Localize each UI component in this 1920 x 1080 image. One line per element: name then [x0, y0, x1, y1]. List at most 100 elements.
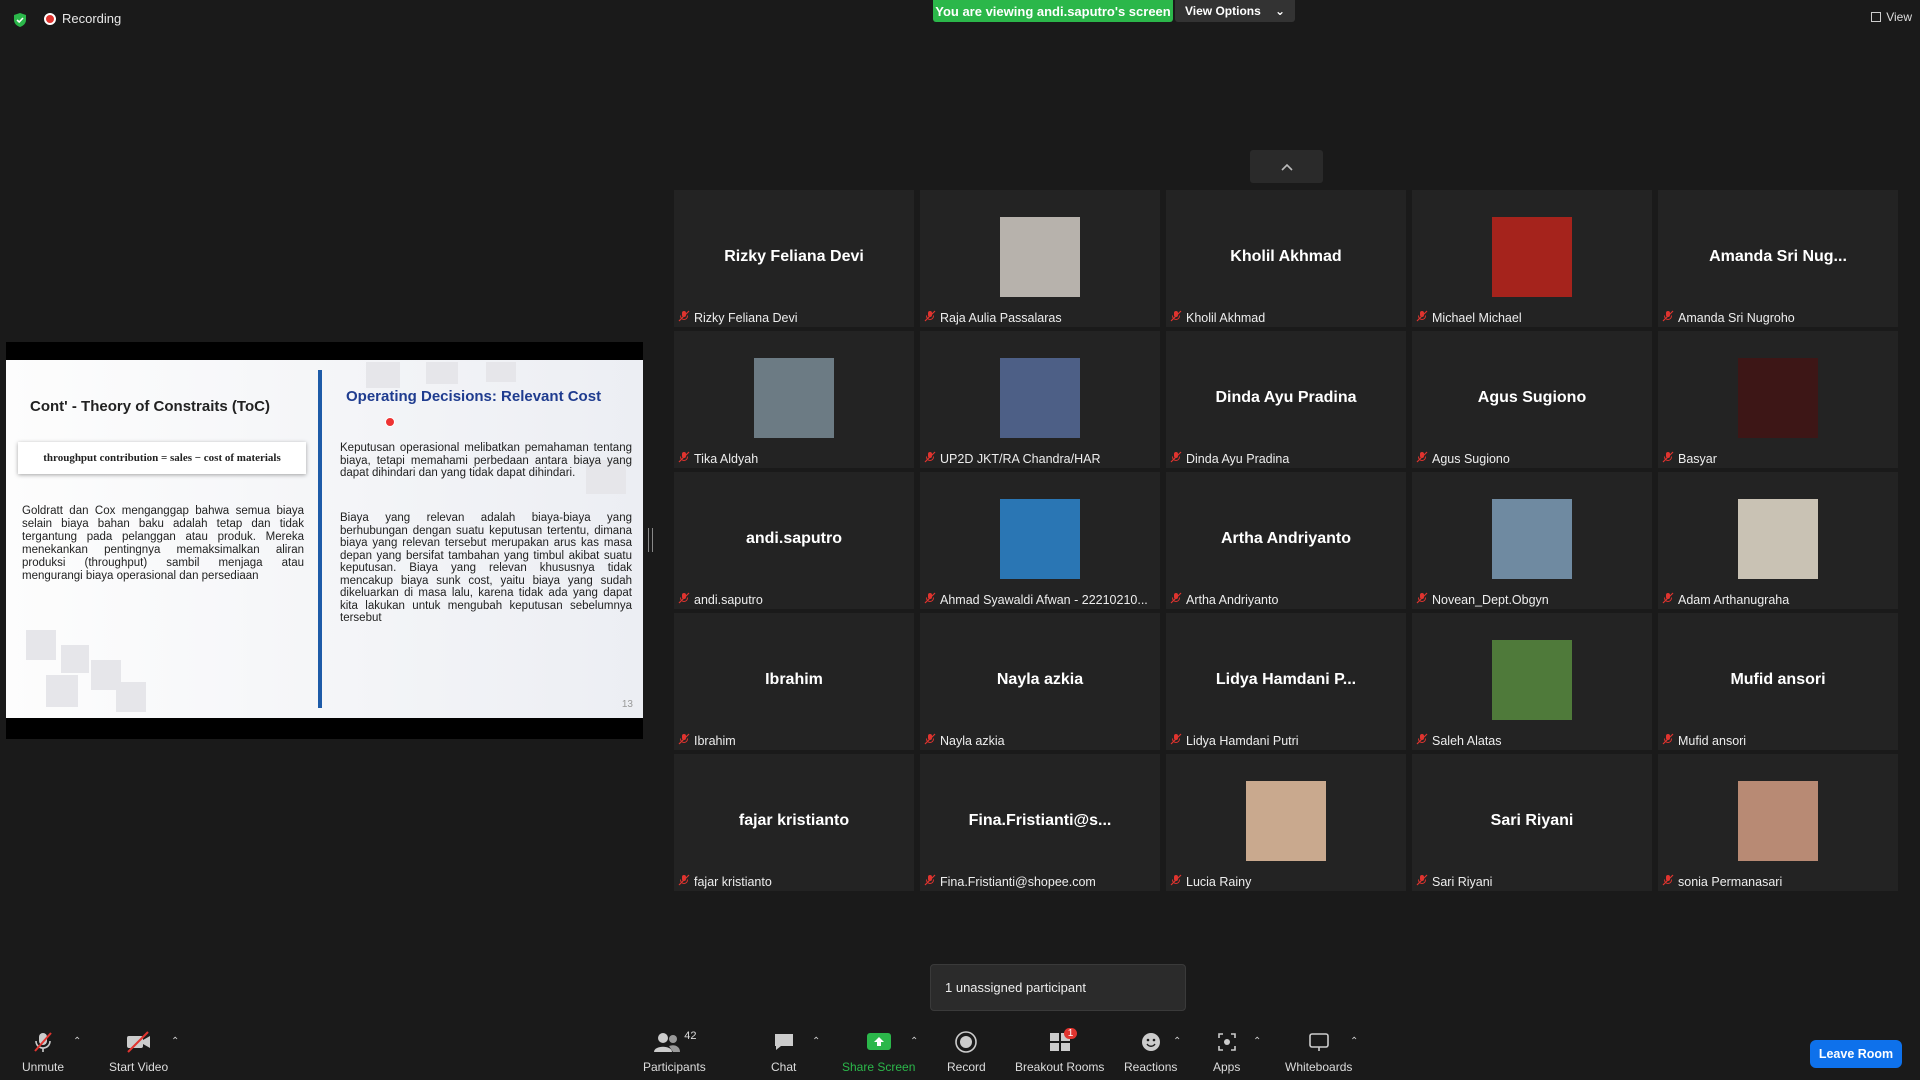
chat-bubble-icon [774, 1034, 793, 1050]
apps-icon [1217, 1033, 1236, 1051]
participant-tile[interactable]: Sari Riyani Sari Riyani [1412, 754, 1652, 891]
whiteboards-options-caret[interactable]: ⌃ [1350, 1036, 1358, 1047]
unassigned-participant-tooltip[interactable]: 1 unassigned participant [930, 964, 1186, 1011]
record-label: Record [947, 1060, 986, 1074]
participant-name: Mufid ansori [1678, 733, 1747, 748]
collapse-gallery-button[interactable] [1250, 150, 1323, 183]
apps-options-caret[interactable]: ⌃ [1253, 1036, 1261, 1047]
participant-tile[interactable]: Raja Aulia Passalaras [920, 190, 1160, 327]
participant-tile[interactable]: Mufid ansori Mufid ansori [1658, 613, 1898, 750]
participant-photo [1000, 217, 1080, 297]
participant-tile[interactable]: Ibrahim Ibrahim [674, 613, 914, 750]
record-icon [955, 1031, 978, 1053]
video-camera-off-icon [126, 1031, 150, 1053]
participant-name: Dinda Ayu Pradina [1186, 451, 1290, 466]
participant-tile[interactable]: Rizky Feliana Devi Rizky Feliana Devi [674, 190, 914, 327]
participant-name: Fina.Fristianti@shopee.com [940, 874, 1096, 889]
participant-display-name: Nayla azkia [996, 671, 1084, 688]
muted-microphone-icon [1662, 874, 1674, 889]
breakout-rooms-button[interactable]: 1 Breakout Rooms [1015, 1028, 1104, 1074]
participant-name: Lidya Hamdani Putri [1186, 733, 1299, 748]
participant-display-name: Agus Sugiono [1477, 389, 1587, 406]
participant-name: fajar kristianto [694, 874, 772, 889]
participant-display-name: Fina.Fristianti@s... [968, 812, 1112, 829]
chat-button[interactable]: Chat [771, 1030, 796, 1074]
chat-options-caret[interactable]: ⌃ [812, 1036, 820, 1047]
smiley-icon [1141, 1033, 1160, 1051]
participant-tile[interactable]: Artha Andriyanto Artha Andriyanto [1166, 472, 1406, 609]
start-video-button[interactable]: Start Video [109, 1030, 168, 1074]
participant-tile[interactable]: Fina.Fristianti@s... Fina.Fristianti@shop… [920, 754, 1160, 891]
muted-microphone-icon [1662, 733, 1674, 748]
participant-name: Ahmad Syawaldi Afwan - 22210210... [940, 592, 1148, 607]
participant-tile[interactable]: sonia Permanasari [1658, 754, 1898, 891]
slide-page-number: 13 [621, 699, 633, 710]
recording-indicator[interactable]: Recording [44, 11, 121, 26]
audio-options-caret[interactable]: ⌃ [73, 1036, 81, 1047]
participant-name-label: Michael Michael [1416, 310, 1522, 325]
presentation-slide: Cont' - Theory of Constraits (ToC) throu… [6, 360, 643, 718]
muted-microphone-icon [678, 451, 690, 466]
participant-tile[interactable]: Novean_Dept.Obgyn [1412, 472, 1652, 609]
participant-tile[interactable]: Basyar [1658, 331, 1898, 468]
slide-formula-box: throughput contribution = sales − cost o… [18, 442, 306, 474]
participant-tile[interactable]: UP2D JKT/RA Chandra/HAR [920, 331, 1160, 468]
participant-name-label: Nayla azkia [924, 733, 1005, 748]
muted-microphone-icon [924, 733, 936, 748]
shared-screen[interactable]: Cont' - Theory of Constraits (ToC) throu… [6, 342, 643, 739]
participant-name-label: Tika Aldyah [678, 451, 758, 466]
participants-icon [654, 1033, 681, 1052]
start-video-label: Start Video [109, 1060, 169, 1074]
participant-tile[interactable]: Adam Arthanugraha [1658, 472, 1898, 609]
chevron-up-icon [1280, 163, 1293, 171]
slide-decoration [61, 645, 89, 673]
muted-microphone-icon [1170, 310, 1182, 325]
whiteboards-label: Whiteboards [1285, 1060, 1353, 1074]
share-screen-button[interactable]: Share Screen [842, 1030, 915, 1074]
participant-tile[interactable]: Kholil Akhmad Kholil Akhmad [1166, 190, 1406, 327]
participant-photo [1492, 217, 1572, 297]
participant-name: Ibrahim [694, 733, 736, 748]
reactions-options-caret[interactable]: ⌃ [1173, 1036, 1181, 1047]
participant-display-name: Kholil Akhmad [1230, 248, 1342, 265]
participant-tile[interactable]: Dinda Ayu Pradina Dinda Ayu Pradina [1166, 331, 1406, 468]
participant-tile[interactable]: Michael Michael [1412, 190, 1652, 327]
view-button[interactable]: View [1871, 10, 1912, 24]
participant-name-label: Agus Sugiono [1416, 451, 1510, 466]
participant-tile[interactable]: Agus Sugiono Agus Sugiono [1412, 331, 1652, 468]
leave-room-button[interactable]: Leave Room [1810, 1040, 1902, 1068]
participant-name: Adam Arthanugraha [1678, 592, 1790, 607]
share-options-caret[interactable]: ⌃ [910, 1036, 918, 1047]
participant-tile[interactable]: Amanda Sri Nug... Amanda Sri Nugroho [1658, 190, 1898, 327]
share-screen-label: Share Screen [842, 1060, 916, 1074]
video-options-caret[interactable]: ⌃ [171, 1036, 179, 1047]
participant-photo [1738, 499, 1818, 579]
unmute-button[interactable]: Unmute [22, 1030, 64, 1074]
participant-photo [1000, 358, 1080, 438]
participant-name-label: Fina.Fristianti@shopee.com [924, 874, 1096, 889]
participant-tile[interactable]: fajar kristianto fajar kristianto [674, 754, 914, 891]
participant-display-name: Artha Andriyanto [1220, 530, 1352, 547]
participant-tile[interactable]: Lucia Rainy [1166, 754, 1406, 891]
participant-tile[interactable]: Saleh Alatas [1412, 613, 1652, 750]
participant-tile[interactable]: Tika Aldyah [674, 331, 914, 468]
participant-tile[interactable]: Ahmad Syawaldi Afwan - 22210210... [920, 472, 1160, 609]
participant-name: Lucia Rainy [1186, 874, 1252, 889]
participant-gallery: Rizky Feliana Devi Rizky Feliana Devi Raja… [674, 190, 1900, 891]
security-shield-icon[interactable] [12, 12, 28, 28]
muted-microphone-icon [1170, 874, 1182, 889]
whiteboards-button[interactable]: Whiteboards [1285, 1030, 1352, 1074]
breakout-badge: 1 [1063, 1028, 1078, 1039]
participant-tile[interactable]: Lidya Hamdani P... Lidya Hamdani Putri [1166, 613, 1406, 750]
muted-microphone-icon [1662, 451, 1674, 466]
apps-button[interactable]: Apps [1213, 1030, 1240, 1074]
participant-tile[interactable]: andi.saputro andi.saputro [674, 472, 914, 609]
participants-button[interactable]: 42 Participants [643, 1030, 706, 1074]
participant-name-label: Kholil Akhmad [1170, 310, 1265, 325]
reactions-button[interactable]: Reactions [1124, 1030, 1177, 1074]
view-options-button[interactable]: View Options ⌄ [1175, 0, 1295, 22]
participant-tile[interactable]: Nayla azkia Nayla azkia [920, 613, 1160, 750]
muted-microphone-icon [1662, 592, 1674, 607]
panel-splitter-handle[interactable] [648, 528, 653, 552]
record-button[interactable]: Record [947, 1030, 986, 1074]
